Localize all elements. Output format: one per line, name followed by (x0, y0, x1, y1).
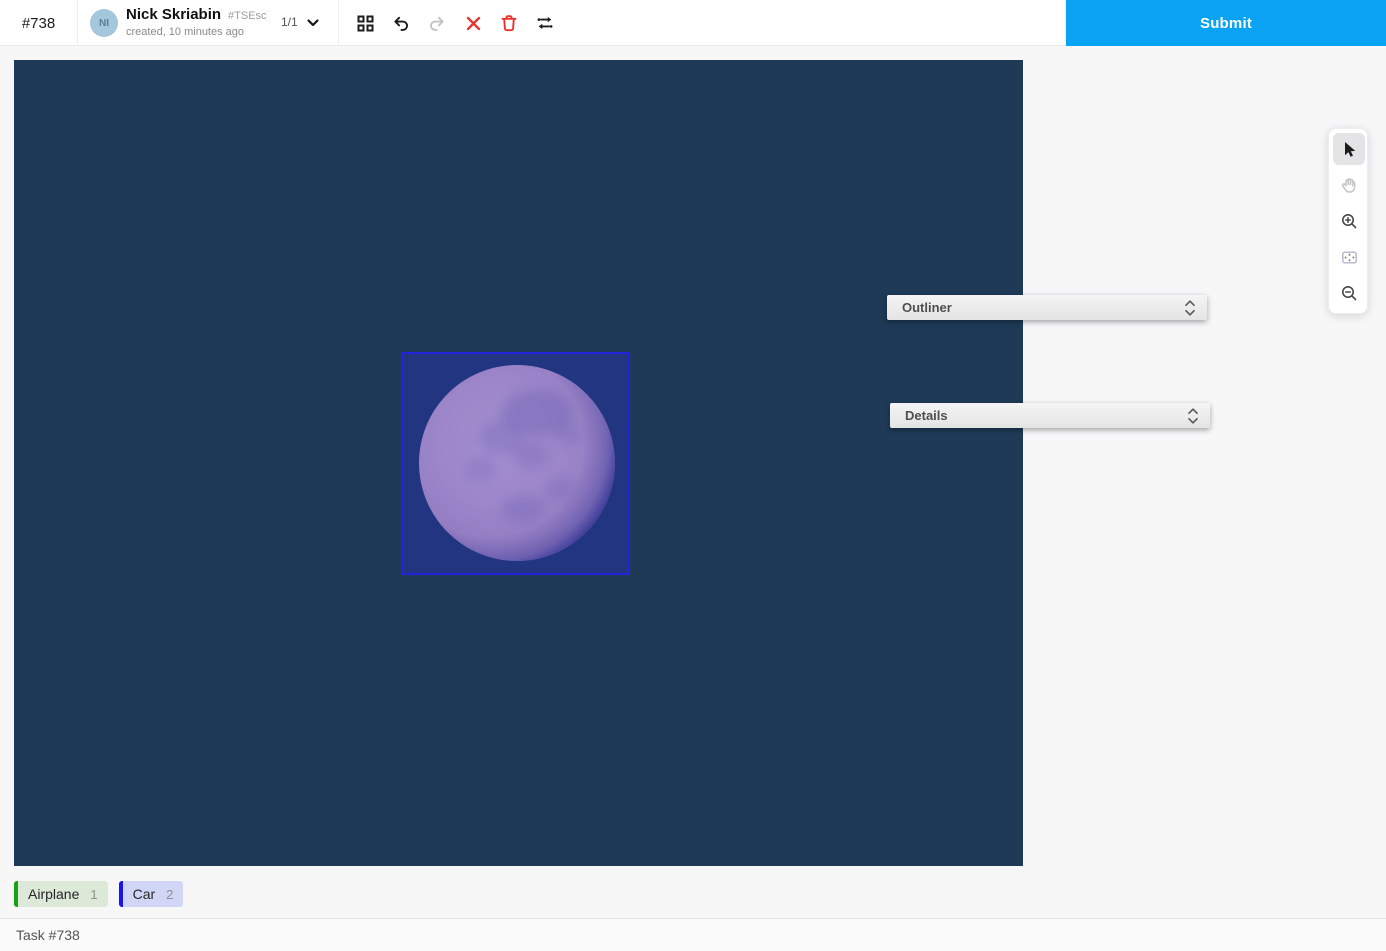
details-panel[interactable]: Details (890, 403, 1210, 428)
annotation-app: #738 NI Nick Skriabin #TSEsc created, 10… (0, 0, 1386, 951)
task-id: #738 (0, 0, 78, 46)
label-hotkey: 1 (90, 887, 97, 902)
panel-expand-collapse-icon[interactable] (1183, 298, 1199, 318)
footer-task-label: Task #738 (0, 927, 80, 943)
annotation-pager: 1/1 (281, 15, 298, 29)
cursor-icon[interactable] (1333, 133, 1365, 165)
bounding-box-region[interactable] (401, 352, 629, 575)
label-airplane[interactable]: Airplane 1 (14, 881, 108, 907)
trash-icon[interactable] (500, 14, 518, 32)
cancel-icon[interactable] (464, 14, 482, 32)
image-canvas[interactable] (14, 60, 1023, 866)
label-car[interactable]: Car 2 (119, 881, 184, 907)
zoom-out-icon[interactable] (1333, 277, 1365, 309)
label-hotkey: 2 (166, 887, 173, 902)
user-info: Nick Skriabin #TSEsc created, 10 minutes… (126, 6, 267, 40)
label-text: Car (133, 886, 156, 902)
label-color-bar (119, 881, 123, 907)
created-timestamp: created, 10 minutes ago (126, 26, 267, 40)
submit-button[interactable]: Submit (1066, 0, 1386, 46)
footer-bar: Task #738 (0, 918, 1386, 951)
chevron-down-icon[interactable] (304, 14, 322, 32)
user-tag: #TSEsc (228, 10, 267, 24)
label-color-bar (14, 881, 18, 907)
redo-icon[interactable] (428, 14, 446, 32)
undo-icon[interactable] (392, 14, 410, 32)
outliner-panel[interactable]: Outliner (887, 295, 1207, 320)
user-name: Nick Skriabin (126, 6, 221, 25)
zoom-in-icon[interactable] (1333, 205, 1365, 237)
label-text: Airplane (28, 886, 79, 902)
annotation-toolbar (356, 0, 554, 46)
avatar[interactable]: NI (90, 9, 118, 37)
fit-screen-icon[interactable] (1333, 241, 1365, 273)
label-selector: Airplane 1 Car 2 (14, 881, 183, 907)
panel-expand-collapse-icon[interactable] (1186, 406, 1202, 426)
tool-palette (1328, 128, 1368, 314)
hand-icon[interactable] (1333, 169, 1365, 201)
details-panel-title: Details (890, 408, 1186, 423)
outliner-panel-title: Outliner (887, 300, 1183, 315)
header-divider (338, 0, 339, 46)
grid-view-icon[interactable] (356, 14, 374, 32)
header-bar: #738 NI Nick Skriabin #TSEsc created, 10… (0, 0, 1386, 46)
transfer-icon[interactable] (536, 14, 554, 32)
